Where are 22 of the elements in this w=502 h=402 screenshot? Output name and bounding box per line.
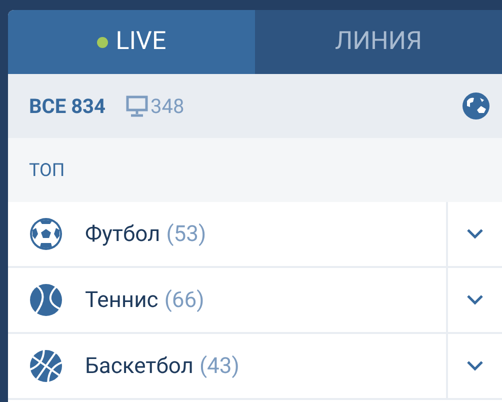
stream-count: 348 [150,93,184,120]
soccer-ball-icon [29,217,63,251]
sport-row[interactable]: Футбол (53) [8,202,502,268]
chevron-icon[interactable] [466,294,484,306]
sport-name: Баскетбол [85,352,194,380]
sport-row[interactable]: Баскетбол (43) [8,334,502,400]
monitor-icon [126,95,148,117]
globe-icon[interactable] [462,92,490,120]
sport-name: Футбол [85,220,160,248]
chevron-icon[interactable] [466,360,484,372]
tennis-ball-icon [29,283,63,317]
sport-row[interactable]: Теннис (66) [8,268,502,334]
event-count: (43) [199,352,240,380]
tab[interactable]: LIVE [8,10,255,74]
chevron-icon[interactable] [466,228,484,240]
event-count: (53) [166,220,206,248]
all-events-count[interactable]: ВСЕ 834 [29,91,106,121]
sport-name: Теннис [85,286,158,314]
tab[interactable]: ЛИНИЯ [255,10,502,74]
basketball-icon [29,349,63,383]
event-count: (66) [164,286,204,314]
section-title: ТОП [29,158,65,182]
